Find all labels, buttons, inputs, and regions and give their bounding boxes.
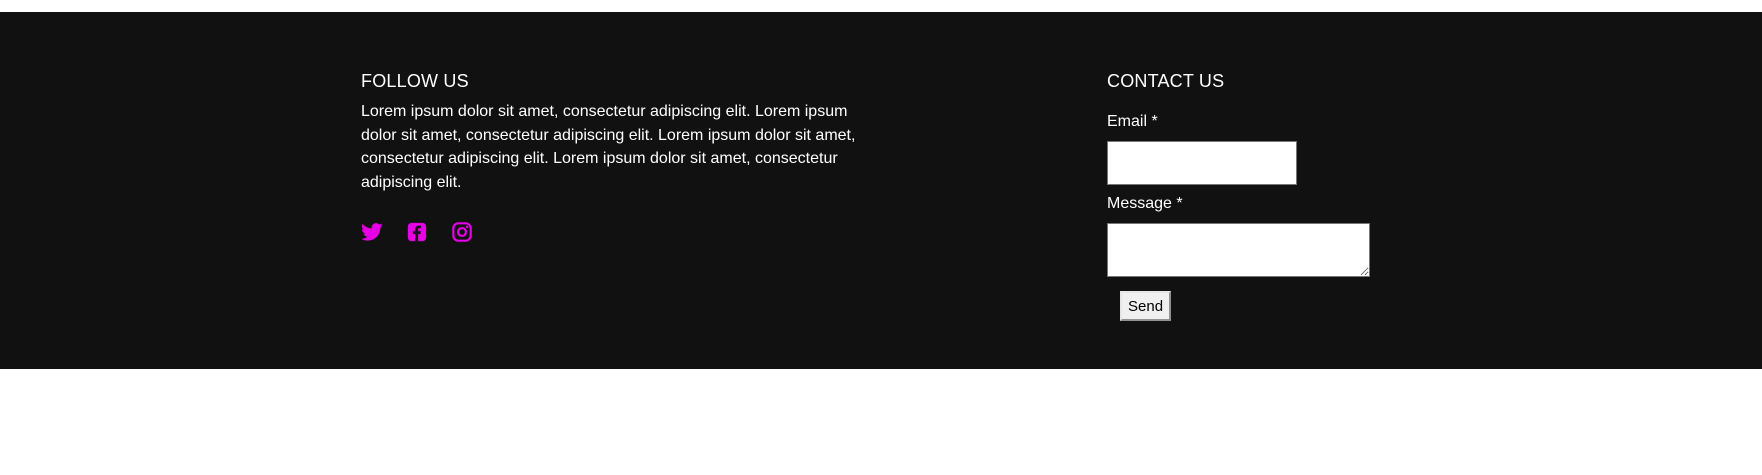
send-button[interactable]: Send <box>1120 291 1172 321</box>
contact-us-section: CONTACT US Email * Message * Send <box>1107 70 1427 321</box>
contact-form: Email * Message * Send <box>1107 112 1427 321</box>
facebook-icon <box>407 222 427 242</box>
twitter-icon <box>361 223 383 241</box>
site-footer: FOLLOW US Lorem ipsum dolor sit amet, co… <box>0 12 1762 369</box>
facebook-link[interactable] <box>406 221 428 243</box>
message-label: Message * <box>1107 195 1183 212</box>
follow-us-text: Lorem ipsum dolor sit amet, consectetur … <box>361 103 856 191</box>
twitter-link[interactable] <box>361 221 383 243</box>
follow-us-section: FOLLOW US Lorem ipsum dolor sit amet, co… <box>361 70 861 243</box>
follow-us-title: FOLLOW US <box>361 71 469 91</box>
instagram-link[interactable] <box>451 221 473 243</box>
email-label: Email * <box>1107 113 1158 130</box>
social-links <box>361 221 861 243</box>
email-field[interactable] <box>1107 141 1297 185</box>
contact-us-title: CONTACT US <box>1107 71 1225 91</box>
instagram-icon <box>452 222 472 242</box>
message-field[interactable] <box>1107 223 1370 277</box>
